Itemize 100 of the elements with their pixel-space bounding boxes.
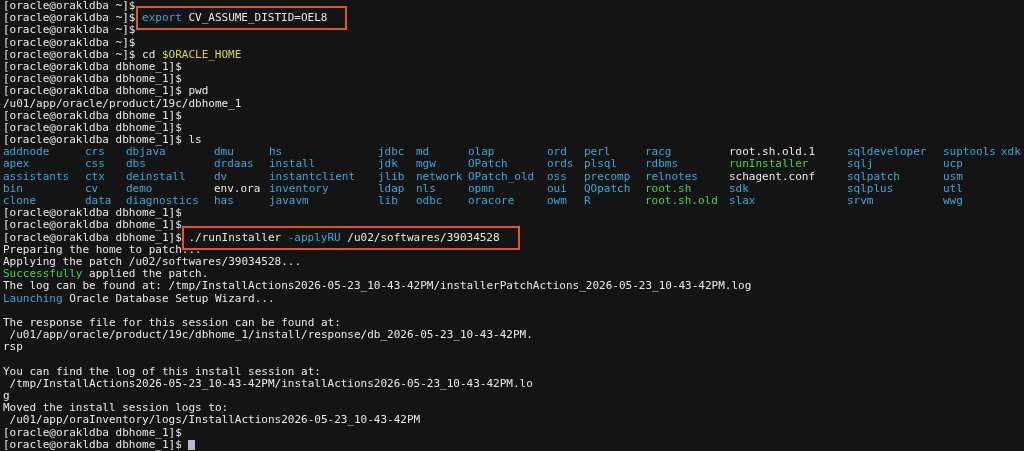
directory-name: ldap (378, 182, 406, 195)
shell-prompt: [oracle@orakldba dbhome_1]$ (3, 109, 182, 122)
directory-name: ords (547, 158, 575, 171)
shell-prompt: [oracle@orakldba dbhome_1]$ (3, 85, 182, 98)
directory-name: clone (3, 195, 38, 208)
executable-name: root.sh (645, 182, 693, 195)
output-text: You can find the log of this install session at: (3, 365, 321, 378)
shell-prompt: [oracle@orakldba ~]$ (3, 36, 136, 49)
shell-prompt: [oracle@orakldba ~]$ (3, 24, 136, 37)
command-text: ./runInstaller (188, 231, 282, 244)
executable-name: root.sh.old (645, 195, 719, 208)
command-text: /u02/softwares/39034528 (347, 231, 500, 244)
command-keyword: export (142, 12, 182, 25)
shell-prompt: [oracle@orakldba dbhome_1]$ (3, 426, 182, 439)
command-text: cd (142, 48, 156, 61)
directory-name: oss (547, 170, 568, 183)
directory-name: oracore (468, 195, 516, 208)
directory-name: jdbc (378, 146, 406, 159)
directory-name: rdbms (645, 158, 680, 171)
directory-name: dmu (214, 146, 235, 159)
command-text: CV_ASSUME_DISTID=OEL8 (188, 12, 328, 25)
executable-name: runInstaller (729, 158, 810, 171)
directory-name: deinstall (126, 170, 187, 183)
directory-name: md (416, 146, 431, 159)
output-text: The log can be found at: /tmp/InstallActions2026-05-23_10-43-42PM/installerPatchActions_2026-05-23_10-43-42PM.log (3, 280, 752, 293)
directory-name: inventory (269, 182, 330, 195)
directory-name: mgw (416, 158, 437, 171)
shell-prompt: [oracle@orakldba dbhome_1]$ (3, 231, 182, 244)
directory-name: instantclient (269, 170, 357, 183)
directory-name: racg (645, 146, 673, 159)
directory-name: srvm (847, 195, 875, 208)
output-text: /tmp/InstallActions2026-05-23_10-43-42PM/installActions2026-05-23_10-43-42PM.lo (8, 377, 533, 390)
file-name: root.sh.old.1 (729, 146, 817, 159)
directory-name: diagnostics (126, 195, 200, 208)
directory-name: R (584, 195, 592, 208)
output-text: /u01/app/oracle/product/19c/dbhome_1 (3, 97, 242, 110)
output-text: rsp (3, 341, 23, 354)
directory-name: addnode (3, 146, 51, 159)
directory-name: slax (729, 195, 757, 208)
directory-name: OPatch (468, 158, 509, 171)
directory-name: sqldeveloper (847, 146, 928, 159)
output-text: /u01/app/oraInventory/logs/InstallActions2026-05-23_10-43-42PM (8, 414, 421, 427)
directory-name: utl (943, 182, 964, 195)
directory-name: xdk (1001, 146, 1022, 159)
success-text: Successfully (3, 268, 83, 281)
output-text: applied the patch. (89, 268, 209, 281)
shell-variable: $ORACLE_HOME (161, 48, 242, 61)
shell-prompt: [oracle@orakldba dbhome_1]$ (3, 60, 182, 73)
directory-name: jlib (378, 170, 406, 183)
shell-prompt: [oracle@orakldba ~]$ (3, 0, 136, 13)
directory-name: drdaas (214, 158, 255, 171)
directory-name: apex (3, 158, 31, 171)
directory-name: owm (547, 195, 568, 208)
directory-name: assistants (3, 170, 71, 183)
shell-prompt: [oracle@orakldba dbhome_1]$ (3, 438, 182, 451)
file-name: env.ora (214, 182, 262, 195)
output-text: Oracle Database Setup Wizard... (69, 292, 275, 305)
directory-name: jdk (378, 158, 399, 171)
shell-prompt: [oracle@orakldba dbhome_1]$ (3, 121, 182, 134)
directory-name: css (85, 158, 106, 171)
output-text: /u01/app/oracle/product/19c/dbhome_1/install/response/db_2026-05-23_10-43-42PM. (8, 329, 533, 342)
directory-name: cv (85, 182, 100, 195)
info-text: Launching (3, 292, 63, 305)
directory-name: has (214, 195, 235, 208)
directory-name: olap (468, 146, 496, 159)
directory-name: bin (3, 182, 24, 195)
command-text: pwd (188, 85, 209, 98)
directory-name: demo (126, 182, 154, 195)
directory-name: network (416, 170, 464, 183)
directory-name: ucp (943, 158, 964, 171)
shell-prompt: [oracle@orakldba dbhome_1]$ (3, 134, 182, 147)
file-name: schagent.conf (729, 170, 817, 183)
shell-prompt: [oracle@orakldba dbhome_1]$ (3, 207, 182, 220)
output-text: Preparing the home to patch... (3, 243, 202, 256)
directory-name: odbc (416, 195, 444, 208)
directory-name: sqlj (847, 158, 875, 171)
directory-name: OPatch_old (468, 170, 536, 183)
directory-name: data (85, 195, 113, 208)
directory-name: dv (214, 170, 229, 183)
directory-name: suptools (943, 146, 997, 159)
directory-name: sdk (729, 182, 749, 195)
shell-prompt: [oracle@orakldba ~]$ (3, 48, 136, 61)
directory-name: sqlplus (847, 182, 894, 195)
directory-name: ctx (85, 170, 106, 183)
directory-name: precomp (584, 170, 632, 183)
shell-prompt: [oracle@orakldba ~]$ (3, 12, 136, 25)
directory-name: lib (378, 195, 399, 208)
directory-name: plsql (584, 158, 619, 171)
shell-prompt: [oracle@orakldba dbhome_1]$ (3, 219, 182, 232)
shell-prompt: [oracle@orakldba dbhome_1]$ (3, 73, 182, 86)
directory-name: ord (547, 146, 568, 159)
directory-name: wwg (943, 195, 964, 208)
output-text: Moved the install session logs to: (3, 402, 229, 415)
directory-name: perl (584, 146, 612, 159)
directory-name: nls (416, 182, 437, 195)
directory-name: relnotes (645, 170, 699, 183)
directory-name: hs (269, 146, 284, 159)
directory-name: dbs (126, 158, 147, 171)
directory-name: dbjava (126, 146, 166, 159)
output-text: g (3, 390, 10, 403)
